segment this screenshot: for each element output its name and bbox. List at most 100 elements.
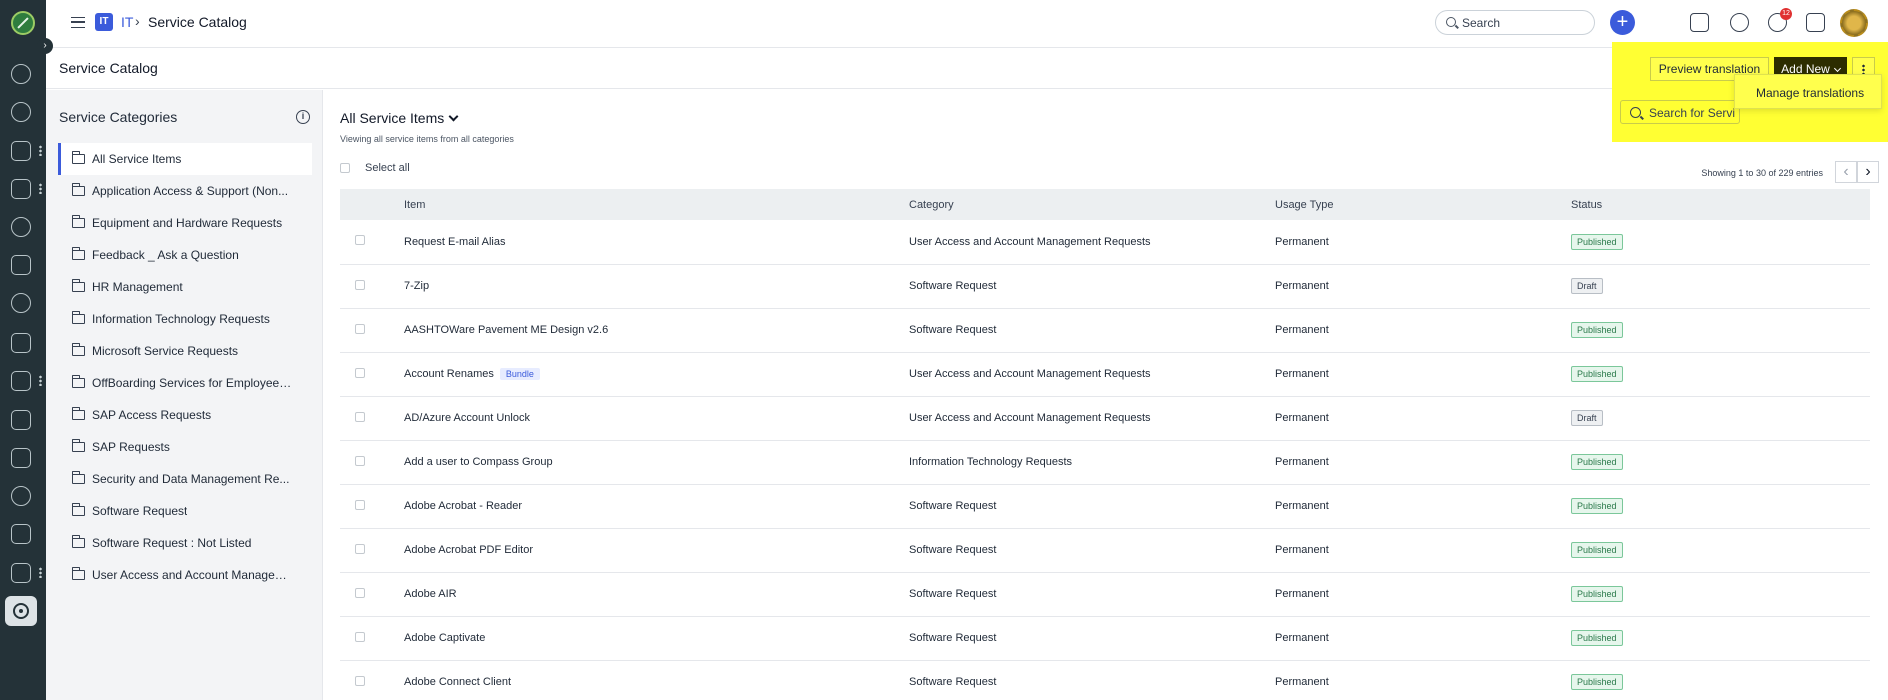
select-all[interactable]: Select all (340, 162, 410, 174)
table-row[interactable]: Adobe Connect Client Software Request Perm… (340, 660, 1870, 700)
contracts-icon[interactable] (11, 448, 31, 468)
app-logo[interactable] (11, 11, 35, 35)
table-row[interactable]: Add a user to Compass Group Information T… (340, 440, 1870, 484)
info-icon[interactable]: i (296, 110, 310, 124)
row-checkbox[interactable] (355, 455, 365, 466)
bug-icon[interactable] (11, 217, 31, 237)
row-checkbox[interactable] (355, 499, 365, 510)
billing-icon[interactable] (11, 293, 31, 313)
item-name[interactable]: Account Renames (404, 368, 494, 380)
tasks-icon[interactable] (11, 333, 31, 353)
shield-icon[interactable] (11, 255, 31, 275)
service-search-input[interactable] (1649, 105, 1739, 121)
item-name[interactable]: Adobe Captivate (404, 632, 485, 644)
table-row[interactable]: Adobe Acrobat - Reader Software Request Pe… (340, 484, 1870, 528)
category-item[interactable]: SAP Access Requests (58, 399, 312, 431)
global-search[interactable] (1435, 10, 1595, 35)
alert-icon[interactable] (11, 371, 31, 391)
category-cell: Software Request (909, 588, 997, 600)
table-row[interactable]: Request E-mail Alias User Access and Acco… (340, 220, 1870, 264)
category-item[interactable]: Equipment and Hardware Requests (58, 207, 312, 239)
alert-more-icon[interactable] (39, 375, 42, 386)
column-header-usage-type[interactable]: Usage Type (1275, 189, 1571, 220)
status-cell: Draft (1571, 264, 1870, 308)
item-name[interactable]: Adobe AIR (404, 588, 457, 600)
reports-icon[interactable] (11, 563, 31, 583)
column-header-category[interactable]: Category (909, 189, 1275, 220)
service-search[interactable] (1620, 100, 1740, 124)
problems-icon[interactable] (11, 102, 31, 122)
category-item[interactable]: SAP Requests (58, 431, 312, 463)
category-item[interactable]: Microsoft Service Requests (58, 335, 312, 367)
row-checkbox[interactable] (355, 411, 365, 422)
category-item[interactable]: Security and Data Management Re... (58, 463, 312, 495)
table-row[interactable]: Account Renames Bundle User Access and Acc… (340, 352, 1870, 396)
tickets-icon[interactable] (11, 141, 31, 161)
avatar[interactable] (1840, 9, 1868, 37)
network-icon[interactable] (11, 486, 31, 506)
view-selector[interactable]: All Service Items (340, 110, 459, 126)
global-search-input[interactable] (1462, 15, 1586, 31)
status-cell: Draft (1571, 396, 1870, 440)
dashboard-icon[interactable] (11, 64, 31, 84)
knowledge-base-icon[interactable] (11, 524, 31, 544)
table-row[interactable]: Adobe AIR Software Request Permanent Publis… (340, 572, 1870, 616)
reports-more-icon[interactable] (39, 567, 42, 578)
category-item[interactable]: Application Access & Support (Non... (58, 175, 312, 207)
item-cell: Adobe Connect Client (404, 660, 909, 700)
item-name[interactable]: Adobe Connect Client (404, 676, 511, 688)
tickets-more-icon[interactable] (39, 145, 42, 156)
row-checkbox[interactable] (355, 543, 365, 554)
category-item[interactable]: Feedback _ Ask a Question (58, 239, 312, 271)
expand-sidebar-chevron-icon[interactable]: › (37, 38, 53, 54)
item-name[interactable]: Add a user to Compass Group (404, 456, 553, 468)
item-name[interactable]: Adobe Acrobat - Reader (404, 500, 522, 512)
users-icon[interactable] (11, 179, 31, 199)
category-item[interactable]: HR Management (58, 271, 312, 303)
category-label: Application Access & Support (Non... (92, 184, 289, 198)
column-header-status[interactable]: Status (1571, 189, 1870, 220)
users-more-icon[interactable] (39, 183, 42, 194)
table-row[interactable]: AASHTOWare Pavement ME Design v2.6 Softwa… (340, 308, 1870, 352)
category-item[interactable]: All Service Items (58, 143, 312, 175)
row-checkbox[interactable] (355, 235, 365, 246)
table-row[interactable]: 7-Zip Software Request Permanent Draft (340, 264, 1870, 308)
settings-nav-item[interactable] (5, 596, 37, 626)
item-name[interactable]: AD/Azure Account Unlock (404, 412, 530, 424)
apps-grid-icon[interactable] (1806, 13, 1825, 32)
item-name[interactable]: Request E-mail Alias (404, 236, 506, 248)
quick-create-button[interactable]: + (1610, 10, 1635, 35)
row-checkbox[interactable] (355, 587, 365, 598)
feed-icon[interactable] (1690, 13, 1709, 32)
breadcrumb-current: Service Catalog (148, 14, 247, 30)
next-page-button[interactable]: › (1857, 161, 1879, 183)
category-item[interactable]: User Access and Account Managem... (58, 559, 312, 591)
row-checkbox[interactable] (355, 279, 365, 290)
category-item[interactable]: Software Request (58, 495, 312, 527)
row-checkbox[interactable] (355, 631, 365, 642)
hamburger-menu-icon[interactable] (71, 17, 85, 28)
item-name[interactable]: 7-Zip (404, 280, 429, 292)
breadcrumb-module[interactable]: IT (121, 14, 133, 30)
select-all-checkbox[interactable] (340, 163, 350, 173)
row-checkbox[interactable] (355, 323, 365, 334)
row-checkbox[interactable] (355, 675, 365, 686)
table-row[interactable]: AD/Azure Account Unlock User Access and A… (340, 396, 1870, 440)
row-checkbox[interactable] (355, 367, 365, 378)
prev-page-button[interactable]: ‹ (1835, 161, 1857, 183)
category-item[interactable]: Information Technology Requests (58, 303, 312, 335)
help-icon[interactable] (1730, 13, 1749, 32)
item-name[interactable]: Adobe Acrobat PDF Editor (404, 544, 533, 556)
row-checkbox-cell (340, 220, 404, 264)
category-item[interactable]: Software Request : Not Listed (58, 527, 312, 559)
usage-type-cell: Permanent (1275, 676, 1329, 688)
layers-icon[interactable] (11, 410, 31, 430)
table-row[interactable]: Adobe Captivate Software Request Permanent… (340, 616, 1870, 660)
category-cell: Software Request (909, 500, 997, 512)
column-header-item[interactable]: Item (404, 189, 909, 220)
item-name[interactable]: AASHTOWare Pavement ME Design v2.6 (404, 324, 608, 336)
table-row[interactable]: Adobe Acrobat PDF Editor Software Request… (340, 528, 1870, 572)
page-title: Service Catalog (59, 60, 158, 76)
category-item[interactable]: OffBoarding Services for Employees... (58, 367, 312, 399)
manage-translations-menu-item[interactable]: Manage translations (1756, 86, 1864, 100)
